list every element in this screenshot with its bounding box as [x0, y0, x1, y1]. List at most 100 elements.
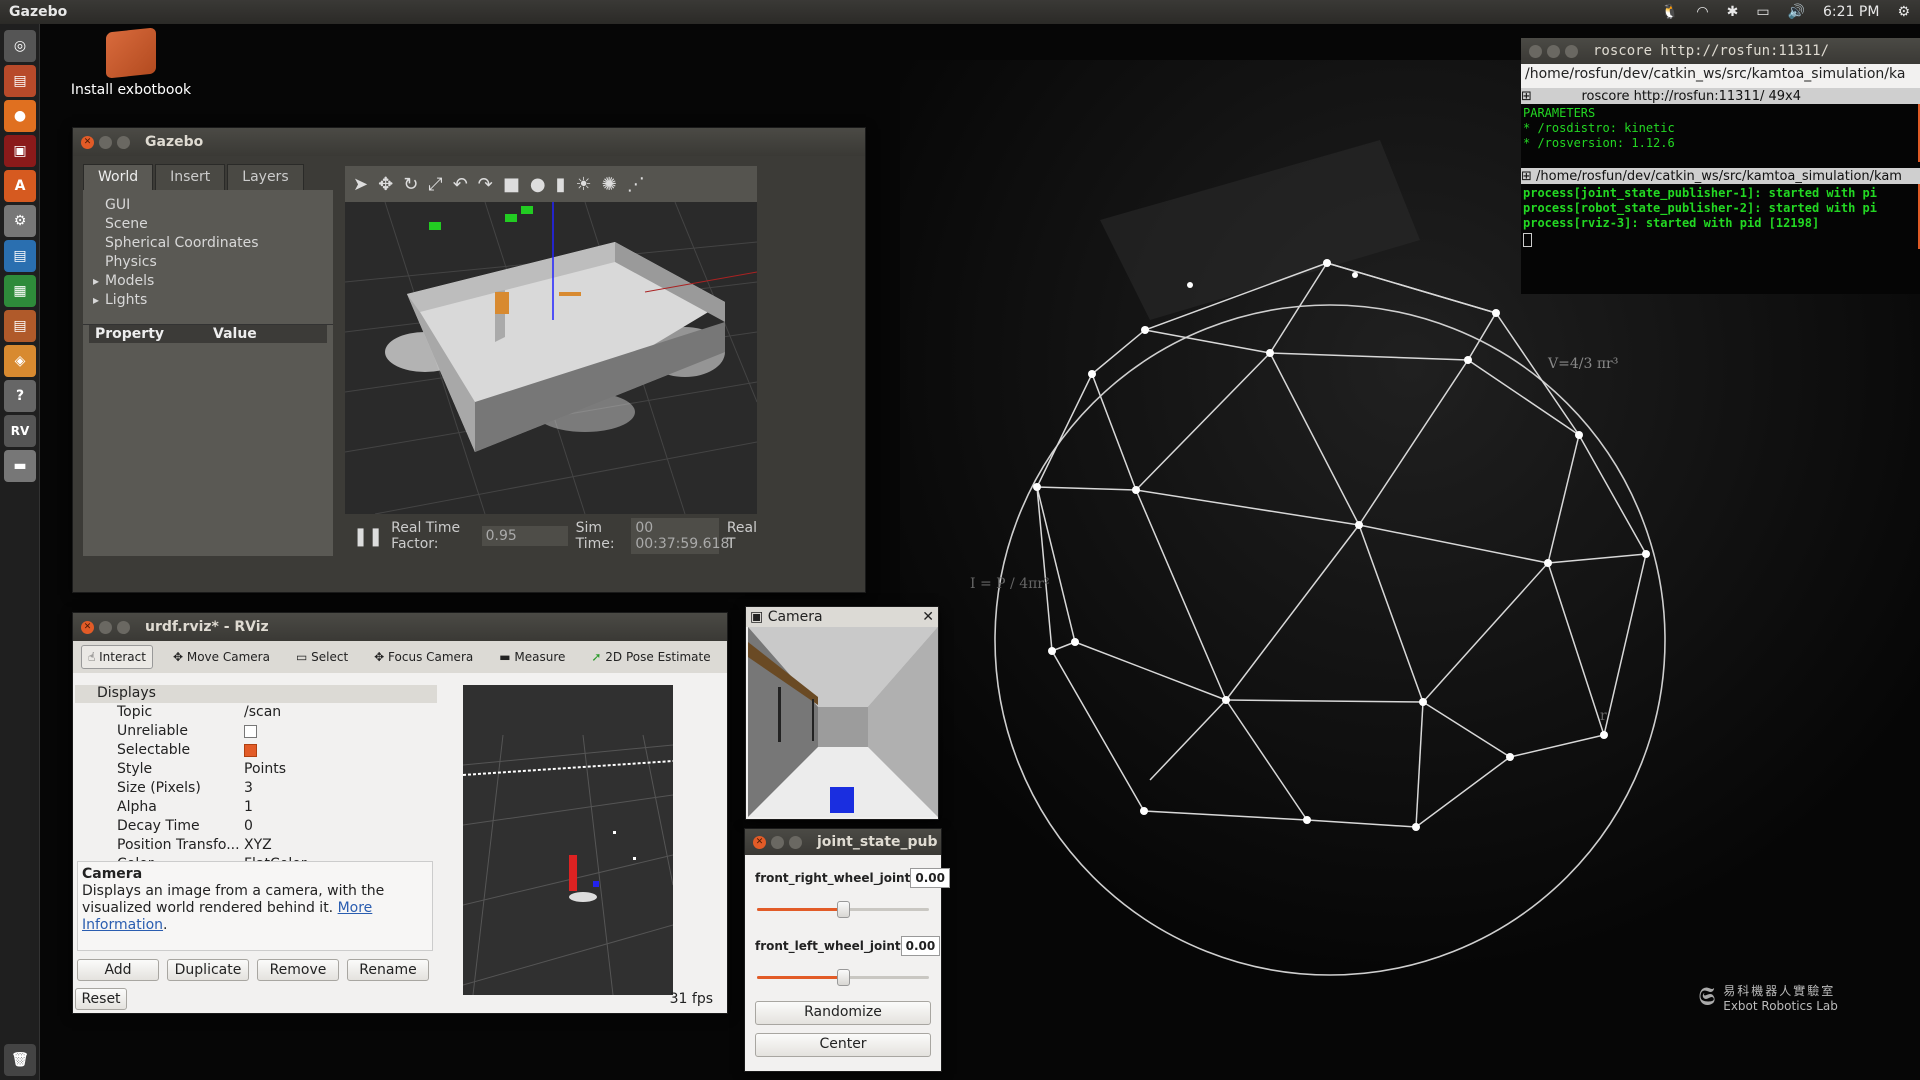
translate-icon[interactable]: ✥ [378, 174, 393, 195]
tree-item-spherical[interactable]: Spherical Coordinates [105, 234, 333, 253]
redo-icon[interactable]: ↷ [478, 174, 493, 195]
undo-icon[interactable]: ↶ [453, 174, 468, 195]
tab-world[interactable]: World [83, 164, 154, 190]
prop-topic[interactable]: Topic/scan [75, 703, 437, 722]
pane-icon: ⊞ [1521, 88, 1532, 104]
randomize-button[interactable]: Randomize [755, 1001, 931, 1025]
tree-item-gui[interactable]: GUI [105, 196, 333, 215]
prop-decay[interactable]: Decay Time 0 [75, 817, 437, 836]
firefox-icon[interactable]: ● [4, 100, 36, 132]
tool-focus-camera[interactable]: ✥ Focus Camera [368, 646, 479, 668]
help-icon[interactable]: ? [4, 380, 36, 412]
drive-icon[interactable]: ▬ [4, 450, 36, 482]
wifi-icon[interactable]: ◠ [1696, 4, 1708, 20]
prop-style[interactable]: Style Points [75, 760, 437, 779]
scale-icon[interactable]: ⤢ [428, 174, 442, 195]
gazebo-titlebar[interactable]: ✕ Gazebo [73, 128, 865, 156]
rviz-3d-view[interactable] [463, 685, 673, 995]
select-arrow-icon[interactable]: ➤ [353, 174, 368, 195]
tree-item-scene[interactable]: Scene [105, 215, 333, 234]
tool-2d-pose[interactable]: ➚ 2D Pose Estimate [585, 646, 716, 668]
pane-output-2[interactable]: process[joint_state_publisher-1]: starte… [1521, 184, 1920, 249]
gazebo-icon[interactable]: ◈ [4, 345, 36, 377]
joint-slider-right[interactable] [757, 899, 929, 919]
presentation-icon[interactable]: ▣ [4, 135, 36, 167]
maximize-icon[interactable] [1565, 44, 1578, 58]
tool-move-camera[interactable]: ✥ Move Camera [167, 646, 276, 668]
pause-icon[interactable]: ❚❚ [353, 526, 383, 547]
software-center-icon[interactable]: A [4, 170, 36, 202]
tree-item-physics[interactable]: Physics [105, 253, 333, 272]
slider-handle[interactable] [837, 901, 850, 918]
clock[interactable]: 6:21 PM [1823, 4, 1879, 20]
tux-icon[interactable]: 🐧 [1661, 4, 1678, 20]
gear-icon[interactable]: ⚙ [1897, 4, 1910, 20]
directional-light-icon[interactable]: ⋰ [627, 174, 645, 195]
minimize-icon[interactable] [99, 620, 112, 634]
bluetooth-icon[interactable]: ✱ [1727, 4, 1739, 20]
more-info-link-more[interactable]: More [338, 900, 373, 916]
jsp-titlebar[interactable]: ✕ joint_state_pub [745, 829, 941, 855]
slider-handle[interactable] [837, 969, 850, 986]
tab-layers[interactable]: Layers [227, 164, 304, 190]
battery-icon[interactable]: ▭ [1756, 4, 1769, 20]
rename-button[interactable]: Rename [347, 959, 429, 981]
joint-value-field[interactable]: 0.00 [910, 868, 950, 888]
tool-measure[interactable]: ▬ Measure [493, 646, 571, 668]
settings-icon[interactable]: ⚙ [4, 205, 36, 237]
add-button[interactable]: Add [77, 959, 159, 981]
gazebo-left-panel: World Insert Layers GUI Scene Spherical … [83, 164, 333, 556]
pane-output-1[interactable]: PARAMETERS * /rosdistro: kinetic * /rosv… [1521, 104, 1920, 162]
minimize-icon[interactable] [1547, 44, 1560, 58]
tree-item-lights[interactable]: Lights [105, 291, 333, 310]
box-icon[interactable]: ■ [503, 174, 520, 195]
tool-select[interactable]: ▭ Select [290, 646, 354, 668]
selectable-checkbox[interactable] [244, 743, 257, 757]
rviz-titlebar[interactable]: ✕ urdf.rviz* - RViz [73, 613, 727, 641]
cylinder-icon[interactable]: ▮ [556, 174, 566, 195]
3d-scene[interactable] [345, 202, 757, 514]
dash-icon[interactable]: ◎ [4, 30, 36, 62]
maximize-icon[interactable] [117, 620, 130, 634]
duplicate-button[interactable]: Duplicate [167, 959, 249, 981]
prop-size[interactable]: Size (Pixels) 3 [75, 779, 437, 798]
prop-unreliable[interactable]: Unreliable [75, 722, 437, 741]
terminal-titlebar[interactable]: roscore http://rosfun:11311/ [1521, 38, 1920, 64]
prop-position-transform[interactable]: Position Transfo... XYZ [75, 836, 437, 855]
desktop-icon-install-exbotbook[interactable]: Install exbotbook [66, 27, 196, 98]
files-icon[interactable]: ▤ [4, 65, 36, 97]
point-light-icon[interactable]: ☀ [576, 174, 592, 195]
close-icon[interactable] [1529, 44, 1542, 58]
minimize-icon[interactable] [99, 135, 112, 149]
spot-light-icon[interactable]: ✺ [602, 174, 617, 195]
prop-selectable[interactable]: Selectable [75, 741, 437, 760]
tab-insert[interactable]: Insert [155, 164, 226, 190]
close-icon[interactable]: ✕ [81, 135, 94, 149]
close-icon[interactable]: ✕ [753, 835, 766, 849]
world-tree: GUI Scene Spherical Coordinates Physics … [83, 190, 333, 324]
tool-interact[interactable]: ☝ Interact [81, 645, 153, 669]
remove-button[interactable]: Remove [257, 959, 339, 981]
calc-icon[interactable]: ▦ [4, 275, 36, 307]
volume-icon[interactable]: 🔊 [1788, 4, 1805, 20]
trash-icon[interactable]: 🗑 [4, 1044, 36, 1076]
writer-icon[interactable]: ▤ [4, 240, 36, 272]
rviz-icon[interactable]: RV [4, 415, 36, 447]
more-info-link-information[interactable]: Information [82, 917, 163, 933]
joint-slider-left[interactable] [757, 967, 929, 987]
tree-item-models[interactable]: Models [105, 272, 333, 291]
close-icon[interactable]: ✕ [922, 609, 934, 625]
maximize-icon[interactable] [117, 135, 130, 149]
joint-value-field[interactable]: 0.00 [900, 936, 941, 956]
sphere-icon[interactable]: ● [530, 174, 546, 195]
impress-icon[interactable]: ▤ [4, 310, 36, 342]
prop-alpha[interactable]: Alpha 1 [75, 798, 437, 817]
minimize-icon[interactable] [771, 835, 784, 849]
center-button[interactable]: Center [755, 1033, 931, 1057]
close-icon[interactable]: ✕ [81, 620, 94, 634]
maximize-icon[interactable] [789, 835, 802, 849]
reset-button[interactable]: Reset [75, 988, 127, 1010]
camera-titlebar[interactable]: ▣ Camera ✕ [746, 607, 938, 627]
unreliable-checkbox[interactable] [244, 724, 257, 738]
rotate-icon[interactable]: ↻ [403, 174, 418, 195]
